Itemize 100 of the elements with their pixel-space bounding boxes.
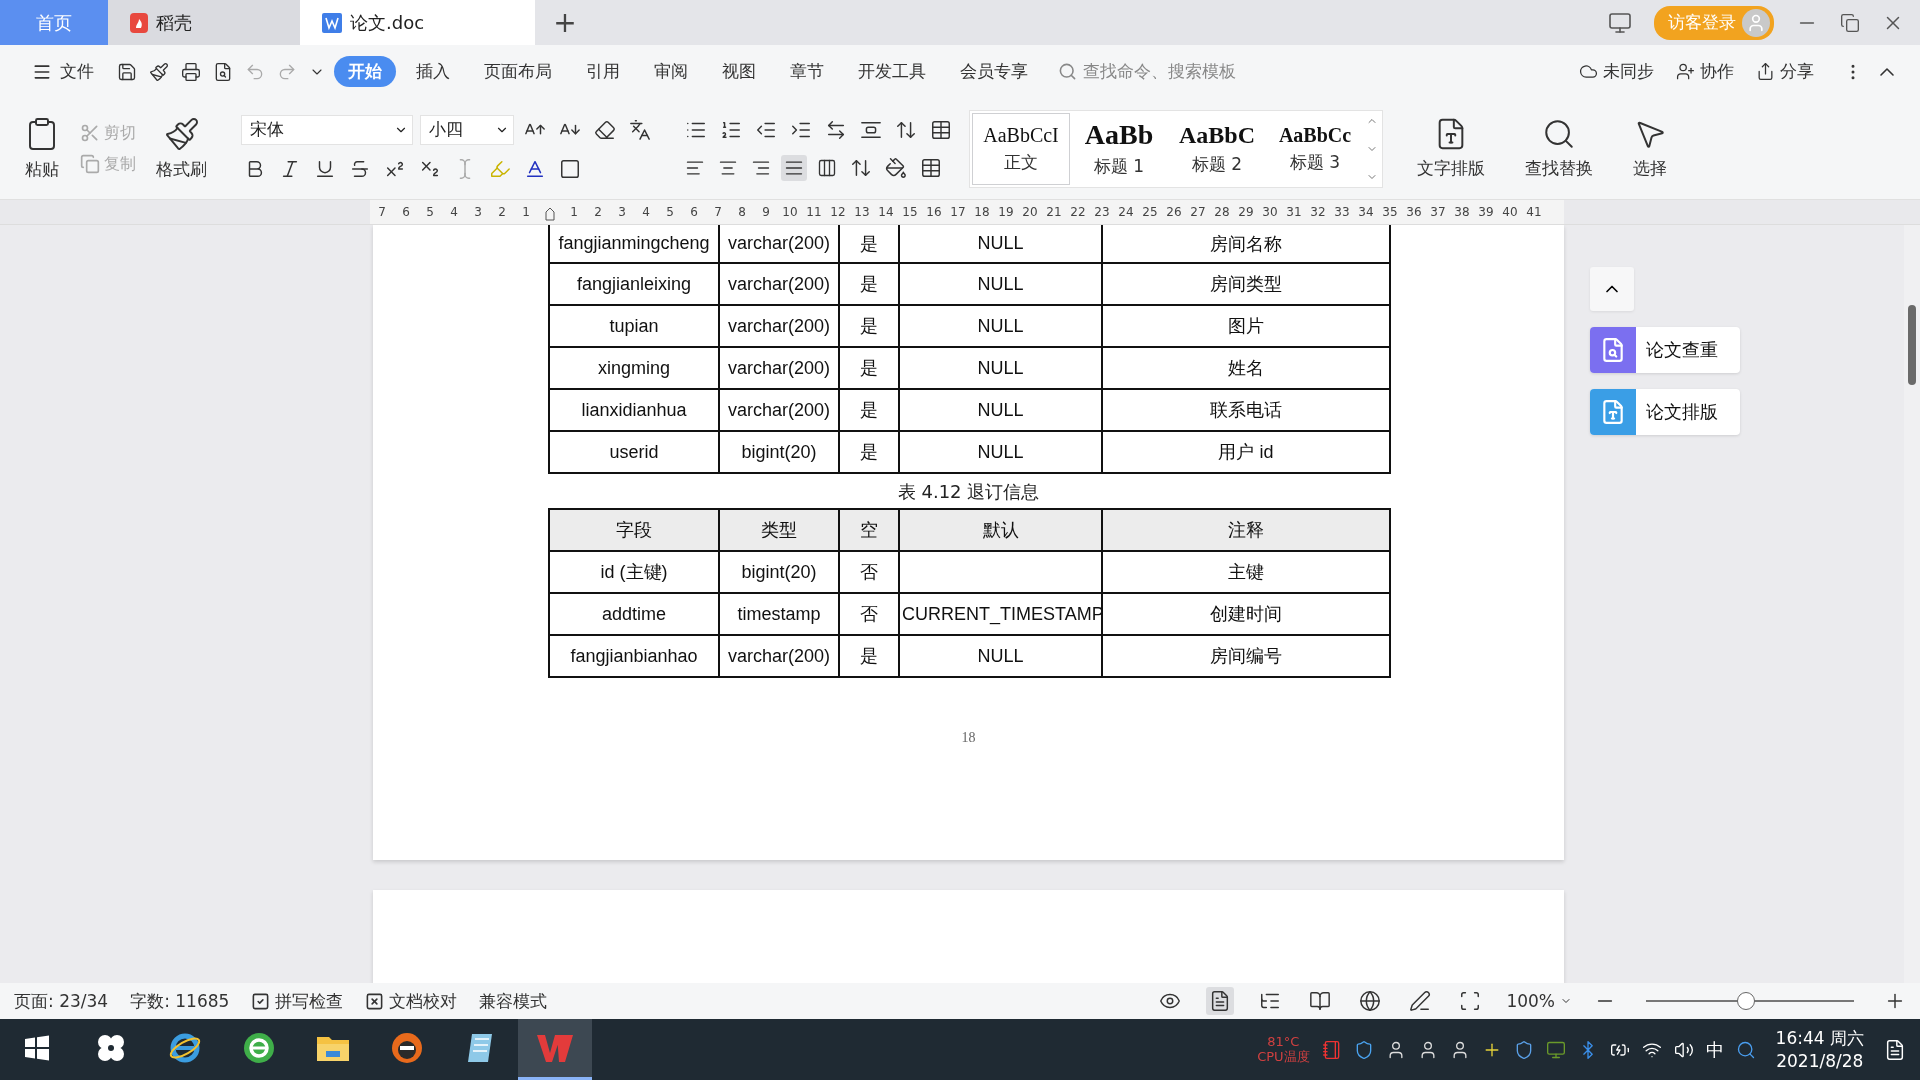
book-icon[interactable] xyxy=(1309,990,1332,1012)
style-option[interactable]: AaBbCcI 正文 xyxy=(972,112,1070,185)
ruler-number: 5 xyxy=(665,205,675,219)
table-cell: 姓名 xyxy=(1102,347,1390,389)
phonetic-icon[interactable] xyxy=(629,118,651,141)
column-header: 类型 xyxy=(719,509,839,551)
font-size-select[interactable]: 小四 xyxy=(420,114,514,145)
table-cell: NULL xyxy=(899,431,1102,473)
ruler-number: 8 xyxy=(737,205,747,219)
text-direction-icon[interactable] xyxy=(825,118,847,141)
table-cell: 用户 id xyxy=(1102,431,1390,473)
table-cell: NULL xyxy=(899,347,1102,389)
ribbon-tab[interactable]: 插入 xyxy=(402,56,464,87)
pen-icon[interactable] xyxy=(1409,990,1432,1012)
page-count: 页面: 23/34 xyxy=(14,989,109,1013)
ruler-number: 26 xyxy=(1165,205,1183,219)
copy-icon xyxy=(80,154,100,174)
toolbar-action[interactable]: 分享 xyxy=(1756,60,1814,83)
restore-icon[interactable] xyxy=(1840,12,1860,33)
user-plus-icon xyxy=(1676,62,1695,81)
table-cell: fangjianleixing xyxy=(549,263,719,305)
ribbon-tool-button[interactable]: 查找替换 xyxy=(1519,117,1599,180)
eraser-icon[interactable] xyxy=(594,118,616,141)
new-tab-button[interactable]: + xyxy=(535,0,595,45)
ribbon-tab[interactable]: 开发工具 xyxy=(844,56,940,87)
preview-icon[interactable] xyxy=(213,61,233,82)
style-option[interactable]: AaBb 标题 1 xyxy=(1070,112,1168,185)
windows-icon[interactable] xyxy=(24,1035,50,1061)
slider-thumb[interactable] xyxy=(1736,992,1755,1010)
ruler-number: 16 xyxy=(925,205,943,219)
distribute-icon[interactable] xyxy=(817,157,837,178)
browser-e-icon[interactable] xyxy=(242,1031,276,1065)
ruler-number: 12 xyxy=(829,205,847,219)
ruler-number: 9 xyxy=(761,205,771,219)
char-border-icon[interactable] xyxy=(559,157,581,180)
ruler-number: 34 xyxy=(1357,205,1375,219)
shading-icon[interactable] xyxy=(885,156,907,179)
cpu-temperature: 81°C CPU温度 xyxy=(1257,1035,1310,1064)
ruler-number: 27 xyxy=(1189,205,1207,219)
style-option[interactable]: AaBbCc 标题 3 xyxy=(1266,112,1364,185)
ribbon-tab[interactable]: 会员专享 xyxy=(946,56,1042,87)
paste-button[interactable]: 粘贴 xyxy=(18,116,66,181)
print-icon[interactable] xyxy=(181,61,201,82)
scrollbar[interactable] xyxy=(1904,225,1920,983)
format-icon[interactable] xyxy=(149,61,169,82)
table-cell: timestamp xyxy=(719,593,839,635)
ruler-number: 7 xyxy=(377,205,387,219)
fit-icon[interactable] xyxy=(1459,990,1482,1012)
document-tab[interactable]: 稻壳 xyxy=(108,0,300,45)
toolbar-action[interactable]: 未同步 xyxy=(1579,60,1654,83)
ribbon-tab[interactable]: 页面布局 xyxy=(470,56,566,87)
document-icon xyxy=(322,12,342,33)
save-icon[interactable] xyxy=(117,61,137,82)
borders-icon[interactable] xyxy=(920,156,942,179)
font-select[interactable]: 宋体 xyxy=(241,114,413,145)
file-menu[interactable]: 文件 xyxy=(18,56,108,87)
flame-icon xyxy=(130,12,148,33)
cloud-icon xyxy=(1579,62,1598,81)
ruler-number: 40 xyxy=(1501,205,1519,219)
toolbar-action[interactable]: 协作 xyxy=(1676,60,1734,83)
table-cell: varchar(200) xyxy=(719,389,839,431)
table-cell: 房间编号 xyxy=(1102,635,1390,677)
browser-e-icon[interactable] xyxy=(168,1031,202,1065)
ruler-number: 21 xyxy=(1045,205,1063,219)
globe-icon[interactable] xyxy=(1359,990,1382,1012)
proofread-button[interactable]: 文档校对 xyxy=(365,989,458,1013)
search-icon[interactable] xyxy=(1735,1039,1756,1060)
table-cell: addtime xyxy=(549,593,719,635)
table-cell: lianxidianhua xyxy=(549,389,719,431)
ruler-number: 38 xyxy=(1453,205,1471,219)
checkbox-icon xyxy=(251,991,271,1011)
ruler-number: 32 xyxy=(1309,205,1327,219)
format-painter-button[interactable]: 格式刷 xyxy=(150,116,213,181)
clock[interactable]: 16:44 周六 2021/8/28 xyxy=(1775,1027,1864,1072)
side-tool-button[interactable]: 论文排版 xyxy=(1590,389,1740,435)
table-cell: 否 xyxy=(839,593,899,635)
table-cell: varchar(200) xyxy=(719,347,839,389)
zoom-select[interactable]: 100% xyxy=(1506,991,1572,1011)
table-cell: varchar(200) xyxy=(719,225,839,263)
table-cell: bigint(20) xyxy=(719,551,839,593)
table-cell: NULL xyxy=(899,225,1102,263)
document-tab[interactable]: 论文.doc xyxy=(300,0,535,45)
ribbon-tool-button[interactable]: 文字排版 xyxy=(1411,117,1491,180)
ruler-number: 15 xyxy=(901,205,919,219)
ribbon-tab[interactable]: 审阅 xyxy=(640,56,702,87)
search-icon xyxy=(1542,117,1576,151)
table-cell: varchar(200) xyxy=(719,305,839,347)
input-method[interactable]: 中 xyxy=(1705,1037,1724,1062)
notification-icon[interactable] xyxy=(1884,1038,1906,1061)
cross-box-icon xyxy=(365,991,385,1011)
ruler-number: 14 xyxy=(877,205,895,219)
ribbon-tab[interactable]: 视图 xyxy=(708,56,770,87)
side-tool-button[interactable]: 论文查重 xyxy=(1590,327,1740,373)
ribbon-tool-button[interactable]: 选择 xyxy=(1627,117,1673,180)
style-option[interactable]: AaBbC 标题 2 xyxy=(1168,112,1266,185)
ruler-number: 33 xyxy=(1333,205,1351,219)
ribbon-tab[interactable]: 引用 xyxy=(572,56,634,87)
ribbon-tab[interactable]: 章节 xyxy=(776,56,838,87)
spell-check-button[interactable]: 拼写检查 xyxy=(251,989,344,1013)
ruler-number: 6 xyxy=(401,205,411,219)
